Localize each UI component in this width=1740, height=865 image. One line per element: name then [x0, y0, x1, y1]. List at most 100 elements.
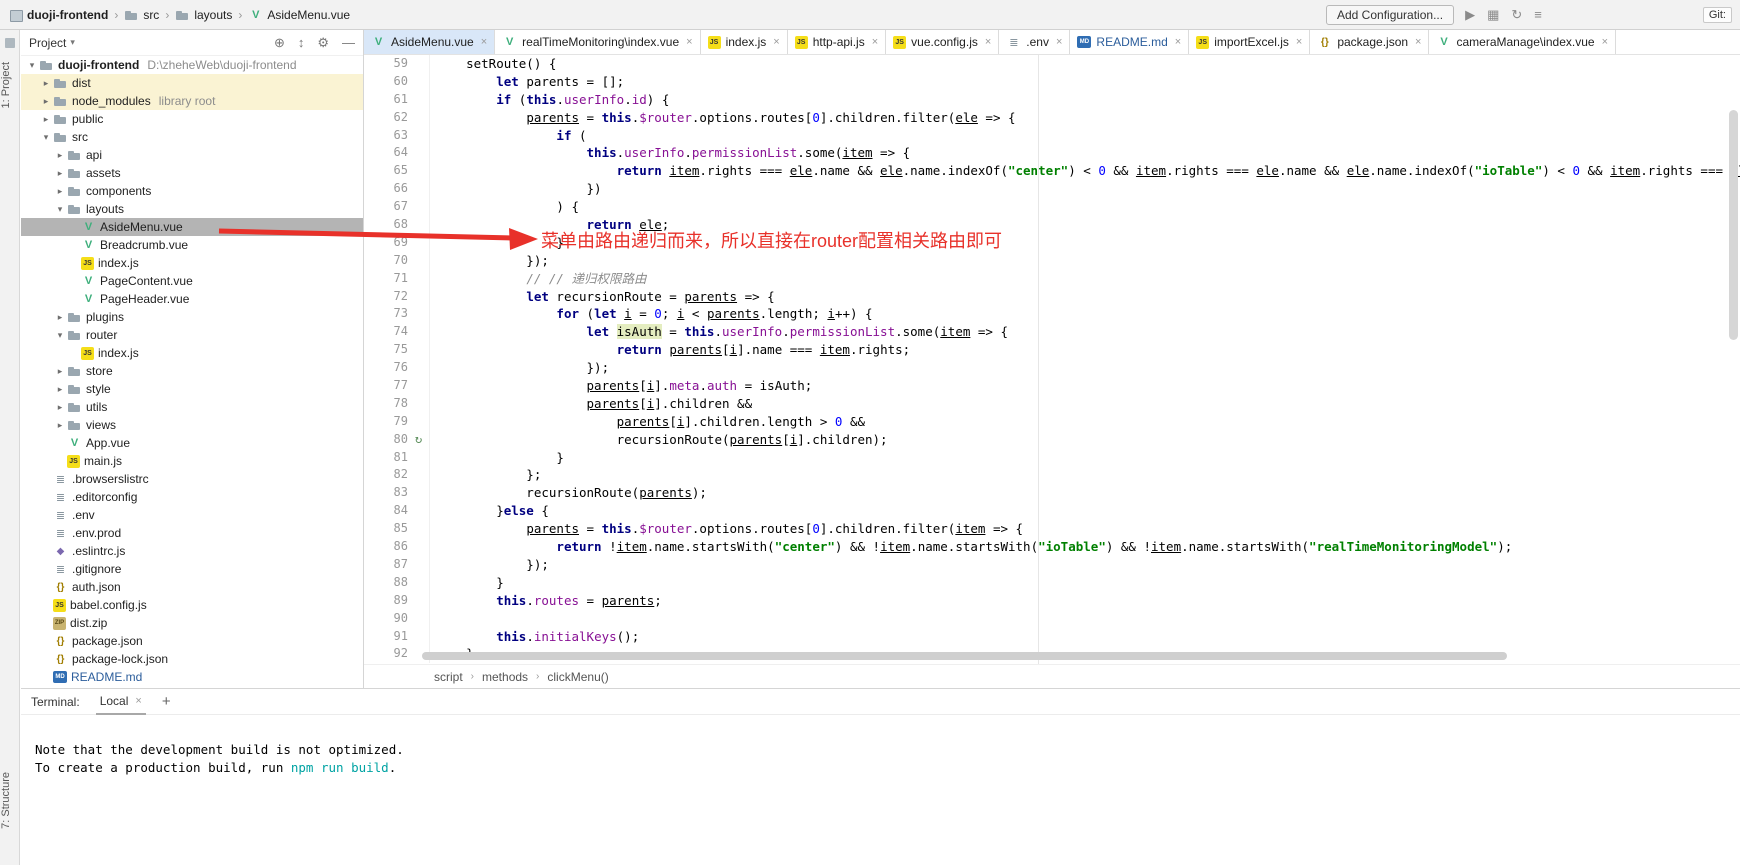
chevron-right-icon[interactable]: ▸ — [53, 366, 67, 377]
line-number[interactable]: 70 — [364, 252, 408, 270]
chevron-right-icon[interactable]: ▸ — [53, 402, 67, 413]
line-number[interactable]: 76 — [364, 359, 408, 377]
code-line[interactable]: 66 }) — [364, 180, 1740, 198]
tree-item-plugins[interactable]: ▸plugins — [21, 308, 363, 326]
line-number[interactable]: 83 — [364, 484, 408, 502]
tree-item-package.json[interactable]: package.json — [21, 632, 363, 650]
code-line[interactable]: 60 let parents = []; — [364, 73, 1740, 91]
line-number[interactable]: 73 — [364, 305, 408, 323]
tree-item-dist.zip[interactable]: dist.zip — [21, 614, 363, 632]
editor-tab-cameraManage-index.vue[interactable]: cameraManage\index.vue× — [1429, 30, 1616, 54]
line-number[interactable]: 68 — [364, 216, 408, 234]
line-number[interactable]: 78 — [364, 395, 408, 413]
code-line[interactable]: 88 } — [364, 574, 1740, 592]
close-tab-icon[interactable]: × — [135, 695, 141, 707]
chevron-right-icon[interactable]: ▸ — [53, 384, 67, 395]
close-tab-icon[interactable]: × — [1296, 36, 1302, 48]
run-icon[interactable]: ▶ — [1465, 7, 1475, 23]
code-line[interactable]: 64 this.userInfo.permissionList.some(ite… — [364, 144, 1740, 162]
project-tool-button[interactable]: 1: Project — [0, 62, 20, 108]
project-panel-title[interactable]: Project — [29, 36, 66, 50]
line-number[interactable]: 90 — [364, 610, 408, 628]
code-line[interactable]: 90 — [364, 610, 1740, 628]
tree-item-.eslintrc.js[interactable]: .eslintrc.js — [21, 542, 363, 560]
editor-tab-realTimeMonitoring-index.vue[interactable]: realTimeMonitoring\index.vue× — [495, 30, 700, 54]
event-log-icon[interactable]: ≡ — [1534, 7, 1542, 23]
hide-panel-icon[interactable]: — — [342, 35, 355, 51]
line-number[interactable]: 61 — [364, 91, 408, 109]
line-number[interactable]: 59 — [364, 55, 408, 73]
vertical-scrollbar[interactable] — [1729, 110, 1738, 340]
tree-item-router[interactable]: ▾router — [21, 326, 363, 344]
line-number[interactable]: 66 — [364, 180, 408, 198]
close-tab-icon[interactable]: × — [1415, 36, 1421, 48]
editor-breadcrumb-script[interactable]: script — [434, 670, 463, 684]
chevron-down-icon[interactable]: ▾ — [53, 330, 67, 341]
line-number[interactable]: 60 — [364, 73, 408, 91]
tree-item-components[interactable]: ▸components — [21, 182, 363, 200]
tree-item-views[interactable]: ▸views — [21, 416, 363, 434]
tree-item-duoji-frontend[interactable]: ▾duoji-frontendD:\zheheWeb\duoji-fronten… — [21, 56, 363, 74]
line-number[interactable]: 63 — [364, 127, 408, 145]
code-line[interactable]: 89 this.routes = parents; — [364, 592, 1740, 610]
line-number[interactable]: 77 — [364, 377, 408, 395]
close-tab-icon[interactable]: × — [872, 36, 878, 48]
tree-item-PageContent.vue[interactable]: PageContent.vue — [21, 272, 363, 290]
tree-item-babel.config.js[interactable]: babel.config.js — [21, 596, 363, 614]
chevron-down-icon[interactable]: ▾ — [70, 37, 75, 48]
chevron-right-icon[interactable]: ▸ — [53, 186, 67, 197]
chevron-down-icon[interactable]: ▾ — [53, 204, 67, 215]
code-line[interactable]: 62 parents = this.$router.options.routes… — [364, 109, 1740, 127]
line-number[interactable]: 84 — [364, 502, 408, 520]
line-number[interactable]: 75 — [364, 341, 408, 359]
tree-item-main.js[interactable]: main.js — [21, 452, 363, 470]
tree-item-index.js[interactable]: index.js — [21, 254, 363, 272]
code-line[interactable]: 80↻ recursionRoute(parents[i].children); — [364, 431, 1740, 449]
breadcrumb-item-asidemenu.vue[interactable]: AsideMenu.vue — [248, 8, 350, 22]
tree-item-AsideMenu.vue[interactable]: AsideMenu.vue — [21, 218, 363, 236]
settings-icon[interactable]: ⚙ — [317, 35, 329, 51]
line-number[interactable]: 87 — [364, 556, 408, 574]
editor-tab-http-api.js[interactable]: http-api.js× — [788, 30, 886, 54]
line-number[interactable]: 64 — [364, 144, 408, 162]
line-number[interactable]: 72 — [364, 288, 408, 306]
chevron-right-icon[interactable]: ▸ — [53, 150, 67, 161]
tree-item-.gitignore[interactable]: .gitignore — [21, 560, 363, 578]
tree-item-App.vue[interactable]: App.vue — [21, 434, 363, 452]
code-line[interactable]: 82 }; — [364, 466, 1740, 484]
structure-tool-button[interactable]: 7: Structure — [0, 772, 20, 829]
code-line[interactable]: 85 parents = this.$router.options.routes… — [364, 520, 1740, 538]
tree-item-public[interactable]: ▸public — [21, 110, 363, 128]
editor-tab-AsideMenu.vue[interactable]: AsideMenu.vue× — [364, 30, 495, 54]
line-number[interactable]: 92 — [364, 645, 408, 663]
code-line[interactable]: 77 parents[i].meta.auth = isAuth; — [364, 377, 1740, 395]
update-project-icon[interactable]: ↻ — [1511, 7, 1522, 23]
editor-breadcrumb-methods[interactable]: methods — [482, 670, 528, 684]
chevron-right-icon[interactable]: ▸ — [39, 114, 53, 125]
close-tab-icon[interactable]: × — [1056, 36, 1062, 48]
code-line[interactable]: 76 }); — [364, 359, 1740, 377]
close-tab-icon[interactable]: × — [985, 36, 991, 48]
tree-item-Breadcrumb.vue[interactable]: Breadcrumb.vue — [21, 236, 363, 254]
line-number[interactable]: 85 — [364, 520, 408, 538]
line-number[interactable]: 91 — [364, 628, 408, 646]
close-tab-icon[interactable]: × — [1175, 36, 1181, 48]
tree-item-.env[interactable]: .env — [21, 506, 363, 524]
tree-item-layouts[interactable]: ▾layouts — [21, 200, 363, 218]
line-number[interactable]: 79 — [364, 413, 408, 431]
tree-item-package-lock.json[interactable]: package-lock.json — [21, 650, 363, 668]
close-tab-icon[interactable]: × — [773, 36, 779, 48]
code-line[interactable]: 59 setRoute() { — [364, 55, 1740, 73]
tree-item-.browserslistrc[interactable]: .browserslistrc — [21, 470, 363, 488]
line-number[interactable]: 82 — [364, 466, 408, 484]
new-terminal-button[interactable]: + — [162, 693, 171, 710]
tree-item-node_modules[interactable]: ▸node_moduleslibrary root — [21, 92, 363, 110]
terminal-tab-local[interactable]: Local × — [96, 689, 146, 715]
code-line[interactable]: 65 return item.rights === ele.name && el… — [364, 162, 1740, 180]
code-line[interactable]: 72 let recursionRoute = parents => { — [364, 288, 1740, 306]
tree-item-assets[interactable]: ▸assets — [21, 164, 363, 182]
code-line[interactable]: 74 let isAuth = this.userInfo.permission… — [364, 323, 1740, 341]
chevron-down-icon[interactable]: ▾ — [25, 60, 39, 71]
tree-item-.env.prod[interactable]: .env.prod — [21, 524, 363, 542]
editor-tab-.env[interactable]: .env× — [999, 30, 1070, 54]
